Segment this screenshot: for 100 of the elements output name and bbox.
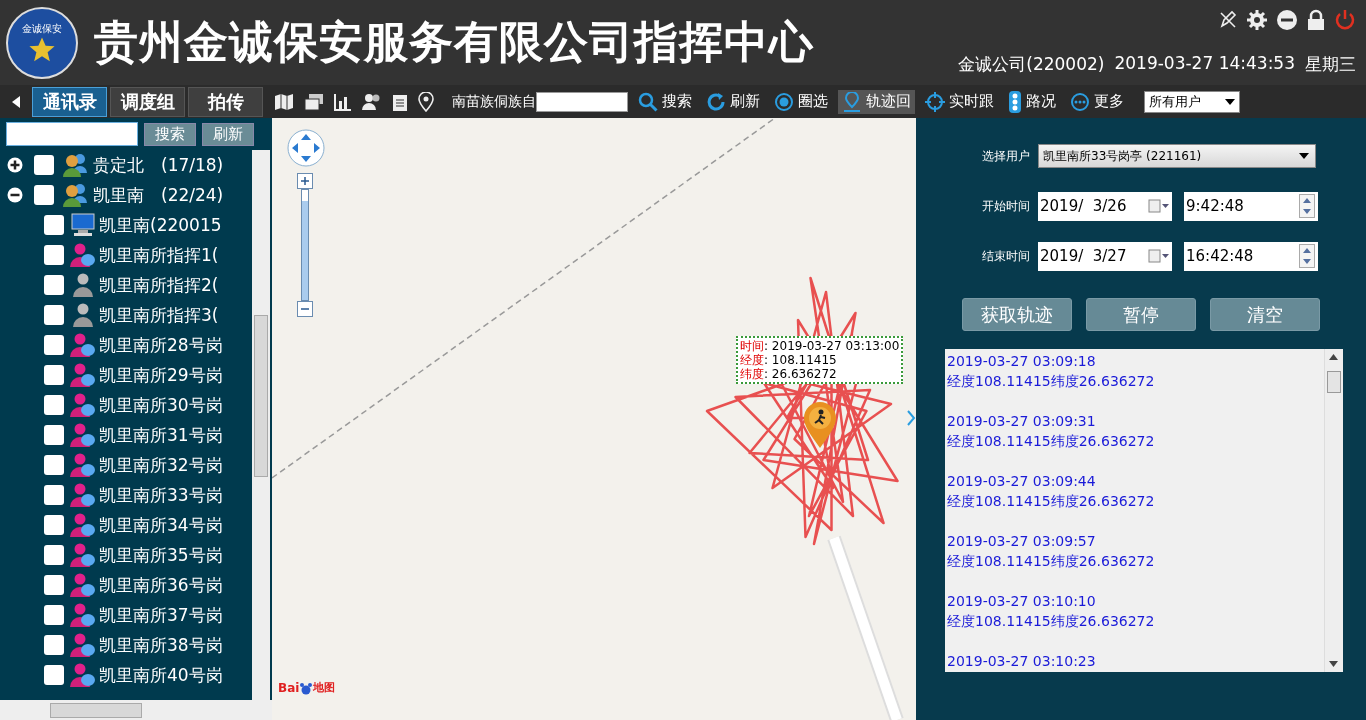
time-spinner[interactable]: 16:42:48 — [1184, 241, 1318, 271]
member-name[interactable]: 凯里南所37号岗 — [99, 603, 223, 627]
member-name[interactable]: 凯里南所36号岗 — [99, 573, 223, 597]
date-picker[interactable]: 2019/ 3/27 — [1038, 241, 1172, 271]
group-name[interactable]: 贵定北 — [93, 153, 144, 177]
member-name[interactable]: 凯里南所40号岗 — [99, 663, 223, 687]
log-coordinates: 经度108.11415纬度26.636272 — [947, 552, 1156, 571]
edit-off-icon[interactable] — [1218, 10, 1238, 30]
settings-icon[interactable] — [1246, 9, 1268, 31]
member-name[interactable]: 凯里南所指挥3( — [99, 303, 219, 327]
group-name[interactable]: 凯里南 — [93, 183, 144, 207]
horizontal-scrollbar[interactable] — [0, 700, 272, 720]
checkbox[interactable] — [44, 665, 64, 685]
time-spinner[interactable]: 9:42:48 — [1184, 191, 1318, 221]
date-picker[interactable]: 2019/ 3/26 — [1038, 191, 1172, 221]
layers-icon[interactable] — [304, 92, 324, 111]
checkbox[interactable] — [44, 275, 64, 295]
member-name[interactable]: 凯里南所33号岗 — [99, 483, 223, 507]
toolbar-button[interactable]: 刷新 — [702, 89, 764, 114]
chart-icon[interactable] — [334, 92, 352, 111]
user-filter-dropdown[interactable]: 所有用户 — [1144, 90, 1240, 113]
member-name[interactable]: 凯里南所34号岗 — [99, 513, 223, 537]
region-input[interactable] — [536, 91, 628, 112]
users-icon[interactable] — [362, 92, 382, 111]
member-name[interactable]: 凯里南所指挥2( — [99, 273, 219, 297]
user-dropdown[interactable]: 凯里南所33号岗亭 (221161) — [1038, 144, 1316, 168]
checkbox[interactable] — [34, 155, 54, 175]
zoom-out-icon[interactable] — [297, 301, 313, 317]
person-marker-icon[interactable] — [804, 402, 836, 448]
action-button[interactable]: 清空 — [1210, 298, 1320, 331]
spinner-arrows-icon[interactable] — [1299, 244, 1315, 268]
map-icon[interactable] — [274, 92, 294, 111]
zoom-slider[interactable] — [301, 189, 309, 301]
person-icon — [70, 363, 96, 387]
checkbox[interactable] — [44, 365, 64, 385]
scroll-down-icon[interactable] — [1329, 661, 1338, 667]
checkbox[interactable] — [44, 575, 64, 595]
log-time: 2019-03-27 03:09:57 — [947, 532, 1097, 551]
checkbox[interactable] — [34, 185, 54, 205]
scrollbar-thumb[interactable] — [254, 315, 268, 477]
log-coordinates: 经度108.11415纬度26.636272 — [947, 612, 1156, 631]
company-id: 金诚公司(220002) — [958, 53, 1105, 76]
calendar-icon[interactable] — [1148, 249, 1170, 263]
caret-icon — [1299, 153, 1309, 159]
checkbox[interactable] — [44, 515, 64, 535]
member-name[interactable]: 凯里南所32号岗 — [99, 453, 223, 477]
member-name[interactable]: 凯里南所指挥1( — [99, 243, 219, 267]
sidebar-button[interactable]: 搜索 — [144, 122, 196, 146]
checkbox[interactable] — [44, 485, 64, 505]
checkbox[interactable] — [44, 335, 64, 355]
toolbar-button[interactable]: 更多 — [1066, 89, 1128, 114]
tab[interactable]: 通讯录 — [32, 86, 107, 117]
member-name[interactable]: 凯里南所28号岗 — [99, 333, 223, 357]
tab[interactable]: 调度组 — [110, 86, 185, 117]
checkbox[interactable] — [44, 545, 64, 565]
scroll-up-icon[interactable] — [1329, 354, 1338, 360]
checkbox[interactable] — [44, 305, 64, 325]
scrollbar-thumb[interactable] — [1327, 371, 1341, 393]
clipboard-icon[interactable] — [392, 92, 408, 111]
collapse-arrow-icon[interactable] — [12, 95, 20, 108]
expand-icon[interactable] — [7, 157, 23, 173]
pan-control-icon[interactable] — [286, 128, 326, 168]
collapse-icon[interactable] — [7, 187, 23, 203]
location-pin-icon[interactable] — [418, 91, 434, 112]
sidebar-button[interactable]: 刷新 — [202, 122, 254, 146]
checkbox[interactable] — [44, 455, 64, 475]
action-button[interactable]: 获取轨迹 — [962, 298, 1072, 331]
checkbox[interactable] — [44, 395, 64, 415]
toolbar-button[interactable]: 轨迹回 — [838, 89, 915, 114]
field-label: 开始时间 — [981, 197, 1030, 215]
checkbox[interactable] — [44, 215, 64, 235]
checkbox[interactable] — [44, 425, 64, 445]
region-label: 南苗族侗族自 — [452, 92, 536, 111]
checkbox[interactable] — [44, 635, 64, 655]
lock-icon[interactable] — [1306, 9, 1326, 31]
person-icon — [70, 603, 96, 627]
minimize-icon[interactable] — [1276, 9, 1298, 31]
action-button[interactable]: 暂停 — [1086, 298, 1196, 331]
scrollbar-thumb[interactable] — [50, 703, 142, 718]
spinner-arrows-icon[interactable] — [1299, 194, 1315, 218]
search-field[interactable] — [6, 122, 138, 146]
member-name[interactable]: 凯里南所38号岗 — [99, 633, 223, 657]
vertical-scrollbar[interactable] — [252, 150, 270, 700]
checkbox[interactable] — [44, 605, 64, 625]
calendar-icon[interactable] — [1148, 199, 1170, 213]
tab[interactable]: 拍传 — [188, 86, 263, 117]
toolbar-button[interactable]: 路况 — [1004, 89, 1060, 114]
toolbar-button[interactable]: 搜索 — [634, 89, 696, 114]
power-icon[interactable] — [1334, 9, 1356, 31]
toolbar-button[interactable]: 实时跟 — [921, 89, 998, 114]
vertical-scrollbar[interactable] — [1324, 349, 1343, 672]
zoom-in-icon[interactable] — [297, 173, 313, 189]
member-name[interactable]: 凯里南所30号岗 — [99, 393, 223, 417]
person-icon — [70, 663, 96, 687]
checkbox[interactable] — [44, 245, 64, 265]
member-name[interactable]: 凯里南(220015 — [99, 213, 222, 237]
member-name[interactable]: 凯里南所31号岗 — [99, 423, 223, 447]
toolbar-button[interactable]: 圈选 — [770, 89, 832, 114]
member-name[interactable]: 凯里南所29号岗 — [99, 363, 223, 387]
member-name[interactable]: 凯里南所35号岗 — [99, 543, 223, 567]
